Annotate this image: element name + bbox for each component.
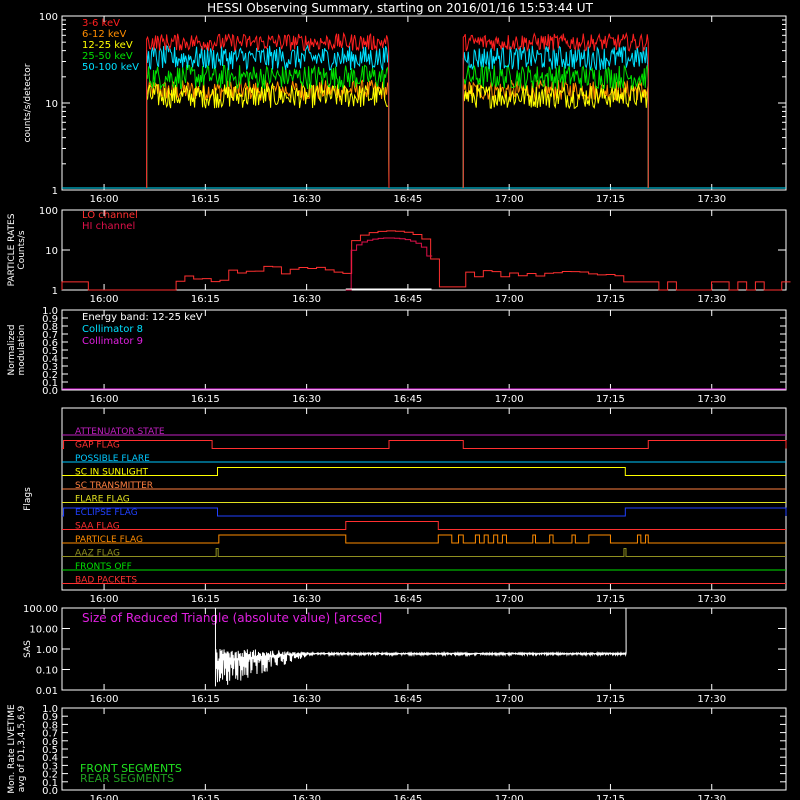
sas-xtick-label: 17:15 — [596, 694, 625, 705]
livetime-xtick-label: 16:30 — [292, 794, 321, 800]
livetime-xtick-label: 17:30 — [697, 794, 726, 800]
particle-rates-frame — [61, 209, 787, 291]
sas-xtick-label: 16:00 — [90, 694, 119, 705]
count-rates-ytick-label: 1 — [52, 186, 58, 197]
count-rates-xtick-label: 16:30 — [292, 194, 321, 205]
sas-xtick-label: 16:45 — [393, 694, 422, 705]
count-rates-ytick-label: 10 — [45, 99, 58, 110]
livetime-xtick-label: 17:15 — [596, 794, 625, 800]
modulation-panel: 16:00 16:15 16:30 16:45 17:00 17:15 17:30 Norma… — [7, 306, 787, 405]
count-rates-ylabel: counts/s/detector — [23, 63, 33, 142]
sas-xtick-label: 16:15 — [191, 694, 220, 705]
series-50-100-keV-line — [462, 45, 649, 188]
sas-xtick-label: 17:00 — [495, 694, 524, 705]
particle-rates-panel: 16:00 16:15 16:30 16:45 17:00 17:15 17:30 PARTI… — [7, 206, 791, 305]
particle-rates-xtick-label: 16:45 — [393, 294, 422, 305]
series-50-100-keV-line — [146, 44, 390, 189]
flag-line-PARTICLE-FLAG — [62, 534, 786, 544]
flag-line-ECLIPSE-FLAG — [62, 507, 787, 517]
legend-HI-channel: HI channel — [82, 221, 135, 232]
legend-12-25-keV: 12-25 keV — [82, 40, 133, 51]
sas-panel: 16:00 16:15 16:30 16:45 17:00 17:15 17:30SAS0.… — [23, 604, 787, 705]
livetime-xtick-label: 16:45 — [393, 794, 422, 800]
flags-xtick-label: 16:15 — [191, 594, 220, 605]
count-rates-ytick-label: 100 — [39, 12, 58, 23]
livetime-panel: 16:00 16:15 16:30 16:45 17:00 17:15 17:30 Mon. … — [7, 704, 787, 800]
livetime-xtick-label: 16:15 — [191, 794, 220, 800]
livetime-ytick-label: 1.0 — [42, 704, 58, 715]
count-rates-xtick-label: 17:15 — [596, 194, 625, 205]
count-rates-xtick-label: 16:45 — [393, 194, 422, 205]
legend-25-50-keV: 25-50 keV — [82, 51, 133, 62]
flag-line-SAA-FLAG — [62, 521, 786, 530]
sas-ytick-label: 0.10 — [36, 666, 58, 677]
sas-ytick-label: 100.00 — [23, 604, 58, 615]
series-12-25-keV-line — [146, 82, 390, 189]
livetime-xtick-label: 17:00 — [495, 794, 524, 800]
series-LO-channel-line — [61, 230, 791, 291]
modulation-xtick-label: 16:15 — [191, 394, 220, 405]
sas-ylabel: SAS — [23, 640, 33, 658]
legend-6-12-keV: 6-12 keV — [82, 29, 126, 40]
sas-xtick-label: 16:30 — [292, 694, 321, 705]
modulation-ylabel: Normalizedmodulation — [7, 324, 27, 375]
flag-label-GAP-FLAG: GAP FLAG — [75, 441, 120, 451]
modulation-xtick-label: 16:30 — [292, 394, 321, 405]
count-rates-xtick-label: 17:30 — [697, 194, 726, 205]
flags-xtick-label: 16:00 — [90, 594, 119, 605]
flags-xtick-label: 17:15 — [596, 594, 625, 605]
flags-xtick-label: 17:00 — [495, 594, 524, 605]
count-rates-xtick-label: 16:15 — [191, 194, 220, 205]
sas-ytick-label: 0.01 — [36, 686, 58, 697]
particle-rates-xtick-label: 17:15 — [596, 294, 625, 305]
sas-ytick-label: 1.00 — [36, 645, 58, 656]
livetime-ylabel: Mon. Rate LIVETIMEavg of D1,3,4,5,6,9 — [7, 704, 27, 794]
modulation-xtick-label: 17:15 — [596, 394, 625, 405]
particle-rates-xtick-label: 16:30 — [292, 294, 321, 305]
modulation-ytick-label: 1.0 — [42, 306, 58, 317]
energy-band-annotation: Energy band: 12-25 keV — [82, 312, 203, 323]
flag-label-ECLIPSE-FLAG: ECLIPSE FLAG — [75, 508, 138, 518]
count-rates-panel: 16:00 16:15 16:30 16:45 17:00 17:15 17:30 count… — [23, 12, 787, 205]
particle-rates-xtick-label: 17:30 — [697, 294, 726, 305]
flags-xtick-label: 16:45 — [393, 594, 422, 605]
particle-rates-ytick-label: 10 — [45, 246, 58, 257]
flags-xtick-label: 16:30 — [292, 594, 321, 605]
livetime-xtick-label: 16:00 — [90, 794, 119, 800]
flags-ylabel: Flags — [23, 487, 33, 511]
flag-line-SC-IN-SUNLIGHT — [62, 467, 786, 476]
particle-rates-xtick-label: 17:00 — [495, 294, 524, 305]
count-rates-xtick-label: 17:00 — [495, 194, 524, 205]
sas-annotation: Size of Reduced Triangle (absolute value… — [82, 611, 382, 625]
legend-REAR-SEGMENTS: REAR SEGMENTS — [80, 772, 174, 785]
modulation-xtick-label: 16:45 — [393, 394, 422, 405]
modulation-xtick-label: 17:30 — [697, 394, 726, 405]
modulation-xtick-label: 17:00 — [495, 394, 524, 405]
count-rates-xtick-label: 16:00 — [90, 194, 119, 205]
flag-line-GAP-FLAG — [62, 440, 787, 449]
plots-canvas: 16:00 16:15 16:30 16:45 17:00 17:15 17:30 count… — [7, 12, 791, 800]
flags-xtick-label: 17:30 — [697, 594, 726, 605]
legend-3-6-keV: 3-6 keV — [82, 18, 120, 29]
particle-rates-xtick-label: 16:15 — [191, 294, 220, 305]
series-12-25-keV-line — [462, 83, 649, 188]
particle-rates-ytick-label: 100 — [39, 206, 58, 217]
particle-rates-xtick-label: 16:00 — [90, 294, 119, 305]
legend-LO-channel: LO channel — [82, 210, 138, 221]
legend-Collimator-8: Collimator 8 — [82, 324, 143, 335]
flags-panel: 16:00 16:15 16:30 16:45 17:00 17:15 17:30 Flags… — [23, 407, 787, 605]
series-HI-channel-line — [345, 237, 433, 291]
particle-rates-ytick-label: 1 — [52, 286, 58, 297]
modulation-xtick-label: 16:00 — [90, 394, 119, 405]
sas-xtick-label: 17:30 — [697, 694, 726, 705]
flag-line-AAZ-FLAG — [62, 548, 786, 557]
sas-ytick-label: 10.00 — [29, 625, 58, 636]
particle-rates-ylabel: PARTICLE RATESCounts/s — [7, 213, 27, 286]
legend-Collimator-9: Collimator 9 — [82, 336, 143, 347]
legend-50-100-keV: 50-100 keV — [82, 62, 139, 73]
